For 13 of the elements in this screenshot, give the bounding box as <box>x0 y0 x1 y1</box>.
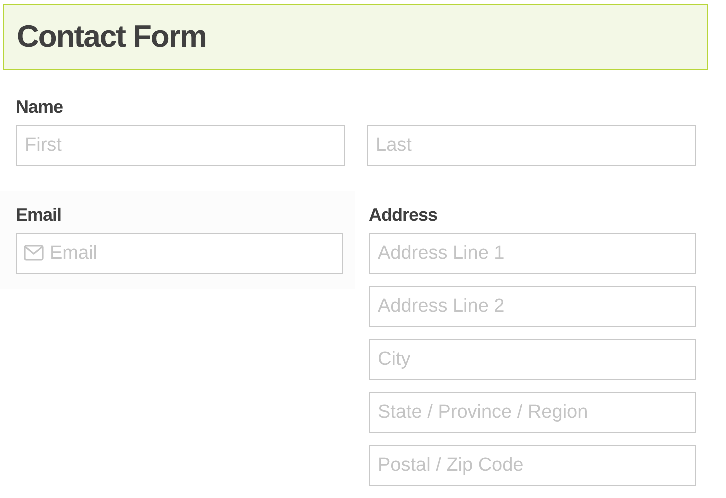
field-label: Email <box>16 204 63 226</box>
text-field[interactable]: State / Province / Region <box>369 392 696 433</box>
email-field[interactable]: Email <box>16 233 343 274</box>
text-field[interactable]: City <box>369 339 696 380</box>
field-label: Address <box>369 204 439 226</box>
text-field[interactable]: Address Line 1 <box>369 233 696 274</box>
text-field[interactable]: Address Line 2 <box>369 286 696 327</box>
field-label: Name <box>16 96 64 118</box>
text-field[interactable]: First <box>16 125 345 166</box>
text-field[interactable]: Last <box>367 125 696 166</box>
text-field[interactable]: Postal / Zip Code <box>369 445 696 486</box>
form-title: Contact Form <box>17 18 206 56</box>
envelope-icon <box>24 245 44 261</box>
